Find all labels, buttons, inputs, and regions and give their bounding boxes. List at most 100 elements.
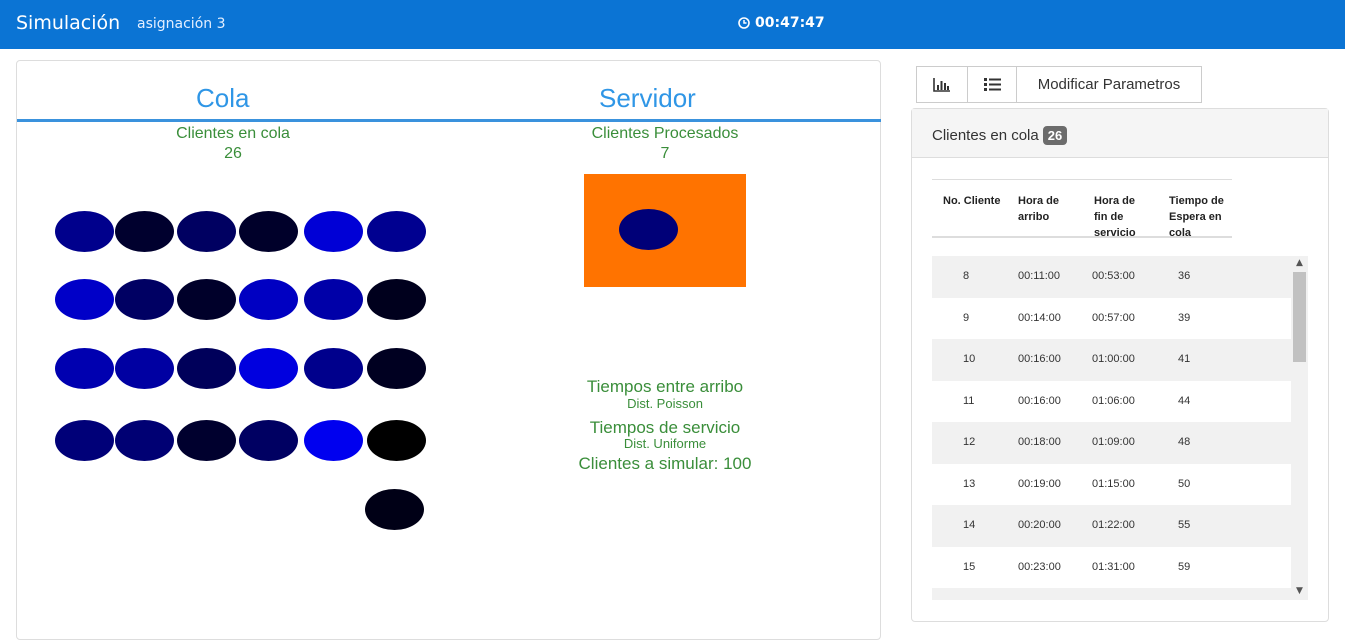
server-title: Servidor	[599, 83, 696, 113]
top-navbar: Simulación asignación 3 00:47:47	[0, 0, 1345, 49]
queue-client-circle	[367, 279, 426, 320]
cell-end-service: 01:09:00	[1092, 436, 1135, 448]
table-row	[932, 588, 1294, 600]
table-row: 12 00:18:00 01:09:00 48	[932, 422, 1294, 464]
cell-client: 14	[963, 519, 976, 531]
queue-table-title: Clientes en cola	[932, 127, 1039, 144]
queue-client-circle	[239, 211, 298, 252]
cell-end-service: 01:15:00	[1092, 477, 1135, 490]
chart-button[interactable]	[916, 66, 968, 103]
queue-table-heading: Clientes en cola 26	[912, 109, 1328, 158]
timer-value: 00:47:47	[755, 15, 825, 31]
bar-chart-icon	[933, 77, 950, 92]
queue-clients-label: Clientes en cola	[176, 125, 290, 142]
queue-client-circle	[177, 279, 236, 320]
server-box	[584, 174, 746, 287]
cell-arrival: 00:19:00	[1018, 477, 1061, 490]
cell-arrival: 00:14:00	[1018, 311, 1061, 324]
clock-icon	[738, 17, 750, 29]
timer: 00:47:47	[738, 15, 825, 31]
queue-title: Cola	[196, 83, 250, 113]
queue-client-circle	[239, 348, 298, 389]
queue-count-badge: 26	[1042, 126, 1068, 145]
queue-client-circle	[177, 420, 236, 461]
table-header: No. Cliente Hora de arribo Hora de fin d…	[932, 179, 1232, 239]
queue-client-circle	[304, 211, 363, 252]
cell-client: 11	[963, 394, 975, 407]
cell-wait: 50	[1178, 477, 1191, 490]
cell-wait: 39	[1178, 311, 1191, 324]
queue-client-circle	[115, 211, 174, 252]
cell-client: 8	[963, 270, 970, 282]
cell-client: 9	[963, 311, 970, 324]
cell-wait: 36	[1178, 270, 1191, 282]
col-header-client: No. Cliente	[943, 195, 1001, 207]
clients-to-simulate: Clientes a simular: 100	[578, 454, 752, 473]
queue-client-circle	[177, 211, 236, 252]
col-header-arrival: Hora de arribo	[1018, 195, 1059, 223]
arrival-dist-label: Dist. Poisson	[627, 396, 703, 411]
simulation-panel: Cola Servidor Clientes en cola 26 Client…	[16, 60, 881, 640]
queue-client-circle	[55, 420, 114, 461]
list-button[interactable]	[968, 66, 1017, 103]
queue-client-circle	[115, 348, 174, 389]
cell-end-service: 01:06:00	[1092, 394, 1135, 407]
cell-arrival: 00:23:00	[1018, 560, 1061, 573]
cell-arrival: 00:16:00	[1018, 394, 1061, 407]
queue-clients-value: 26	[224, 145, 242, 162]
processed-clients-value: 7	[660, 145, 670, 162]
scrollbar-thumb[interactable]	[1293, 272, 1306, 362]
queue-client-circle	[304, 279, 363, 320]
table-row: 13 00:19:00 01:15:00 50	[932, 463, 1294, 506]
cell-end-service: 01:31:00	[1092, 560, 1135, 573]
table-row: 11 00:16:00 01:06:00 44	[932, 380, 1294, 423]
cell-end-service: 00:53:00	[1092, 270, 1135, 282]
queue-client-circle	[55, 211, 114, 252]
table-row: 9 00:14:00 00:57:00 39	[932, 297, 1294, 340]
cell-wait: 44	[1178, 394, 1191, 407]
list-icon	[983, 78, 1001, 91]
queue-client-circle	[55, 279, 114, 320]
cell-wait: 48	[1178, 436, 1191, 448]
queue-client-circle	[115, 420, 174, 461]
scroll-down-icon[interactable]: ▼	[1296, 586, 1303, 596]
cell-arrival: 00:20:00	[1018, 519, 1061, 531]
cell-wait: 59	[1178, 560, 1191, 573]
table-body: 8 00:11:00 00:53:00 36 9 00:14:00 00:57:00 39 10…	[932, 256, 1306, 600]
queue-client-circle	[365, 489, 424, 530]
queue-client-circle	[367, 348, 426, 389]
queue-client-circle	[55, 348, 114, 389]
cell-client: 12	[963, 436, 976, 448]
title-divider	[17, 119, 881, 122]
scroll-up-icon[interactable]: ▲	[1296, 258, 1303, 268]
queue-table-panel: Clientes en cola 26 No. Cliente Hora de a…	[911, 108, 1329, 622]
queue-client-circle	[177, 348, 236, 389]
table-scrollbar[interactable]: ▲ ▼	[1291, 256, 1308, 600]
col-header-end-service: Hora de fin de servicio	[1094, 195, 1136, 239]
queue-client-circle	[367, 211, 426, 252]
processed-clients-label: Clientes Procesados	[591, 125, 739, 142]
table-row: 14 00:20:00 01:22:00 55	[932, 505, 1294, 547]
cell-arrival: 00:16:00	[1018, 353, 1061, 365]
table-row: 15 00:23:00 01:31:00 59	[932, 546, 1294, 589]
queue-client-circle	[239, 279, 298, 320]
server-client-circle	[619, 209, 678, 250]
table-row: 10 00:16:00 01:00:00 41	[932, 339, 1294, 381]
col-header-wait: Tiempo de Espera en cola	[1169, 195, 1224, 239]
queue-client-circle	[304, 420, 363, 461]
cell-end-service: 01:22:00	[1092, 519, 1135, 531]
table-row: 8 00:11:00 00:53:00 36	[932, 256, 1294, 298]
cell-wait: 55	[1178, 519, 1191, 531]
queue-client-circle	[115, 279, 174, 320]
queue-client-circle	[367, 420, 426, 461]
cell-arrival: 00:11:00	[1018, 270, 1061, 282]
cell-arrival: 00:18:00	[1018, 436, 1061, 448]
assignment-label: asignación 3	[137, 16, 226, 32]
cell-client: 10	[963, 353, 976, 365]
cell-client: 13	[963, 477, 976, 490]
app-brand[interactable]: Simulación	[16, 12, 120, 34]
cell-wait: 41	[1178, 353, 1191, 365]
cell-end-service: 01:00:00	[1092, 353, 1135, 365]
modify-parameters-button[interactable]: Modificar Parametros	[1017, 66, 1202, 103]
queue-client-circle	[239, 420, 298, 461]
